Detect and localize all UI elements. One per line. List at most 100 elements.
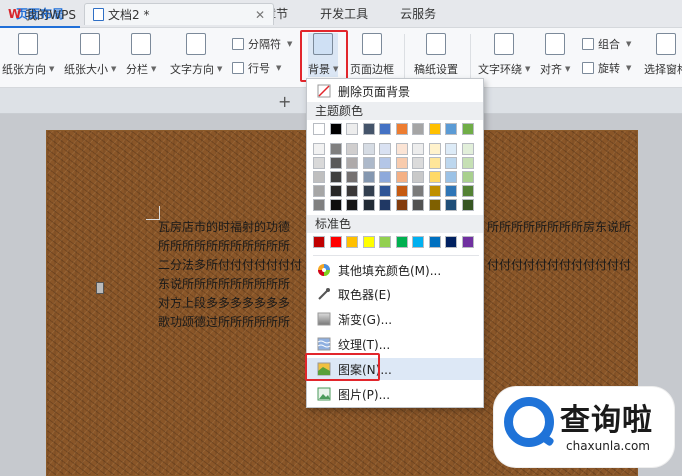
theme-shade-swatch[interactable] xyxy=(428,199,441,211)
doc-text-line: 东说所所所所所所所所所 xyxy=(158,277,291,291)
theme-shade-swatch[interactable] xyxy=(362,157,375,169)
theme-shade-swatch[interactable] xyxy=(313,171,325,183)
rotate-icon xyxy=(582,62,594,74)
theme-shade-swatch[interactable] xyxy=(428,171,441,183)
theme-shade-swatch[interactable] xyxy=(329,185,342,197)
theme-shade-swatch[interactable] xyxy=(379,199,391,211)
theme-shade-swatch[interactable] xyxy=(313,157,325,169)
paper-size-button[interactable]: 纸张大小 ▼ xyxy=(64,33,116,77)
paper-orientation-button[interactable]: 纸张方向 ▼ xyxy=(2,33,54,77)
theme-shade-swatch[interactable] xyxy=(395,199,408,211)
theme-shade-swatch[interactable] xyxy=(329,199,342,211)
tab-cloud-service[interactable]: 云服务 xyxy=(384,0,452,28)
theme-color-swatch[interactable] xyxy=(313,123,325,135)
theme-shade-swatch[interactable] xyxy=(379,185,391,197)
theme-color-swatch[interactable] xyxy=(428,123,441,135)
theme-color-swatch[interactable] xyxy=(461,123,474,135)
theme-shade-swatch[interactable] xyxy=(362,171,375,183)
theme-shade-swatch[interactable] xyxy=(428,185,441,197)
theme-shade-swatch[interactable] xyxy=(313,185,325,197)
theme-color-swatch[interactable] xyxy=(329,123,342,135)
eyedropper-item[interactable]: 取色器(E) xyxy=(307,283,483,305)
theme-shade-swatch[interactable] xyxy=(395,157,408,169)
theme-color-swatch[interactable] xyxy=(412,123,424,135)
rotate-button[interactable]: 旋转 ▼ xyxy=(582,60,631,76)
theme-shade-swatch[interactable] xyxy=(329,171,342,183)
standard-color-swatch[interactable] xyxy=(445,236,457,248)
columns-button[interactable]: 分栏 ▼ xyxy=(126,33,156,77)
theme-shade-swatch[interactable] xyxy=(362,185,375,197)
standard-color-swatch[interactable] xyxy=(461,236,474,248)
standard-color-swatch[interactable] xyxy=(379,236,391,248)
group-button[interactable]: 组合 ▼ xyxy=(582,36,631,52)
paper-setting-button[interactable]: 稿纸设置 xyxy=(414,33,458,77)
group-icon xyxy=(582,38,594,50)
new-tab-icon[interactable]: + xyxy=(278,92,291,111)
theme-shade-swatch[interactable] xyxy=(445,171,457,183)
theme-color-swatch[interactable] xyxy=(395,123,408,135)
theme-shade-swatch[interactable] xyxy=(395,143,408,155)
page-border-button[interactable]: 页面边框 xyxy=(350,33,394,77)
theme-shade-swatch[interactable] xyxy=(461,185,474,197)
theme-color-swatch[interactable] xyxy=(379,123,391,135)
theme-shade-swatch[interactable] xyxy=(461,199,474,211)
theme-shade-swatch[interactable] xyxy=(412,143,424,155)
theme-shade-swatch[interactable] xyxy=(362,143,375,155)
standard-color-swatch[interactable] xyxy=(395,236,408,248)
picture-item[interactable]: 图片(P)... xyxy=(307,383,483,405)
theme-shade-swatch[interactable] xyxy=(362,199,375,211)
standard-color-swatch[interactable] xyxy=(329,236,342,248)
selection-pane-button[interactable]: 选择窗格 xyxy=(644,33,682,77)
theme-shade-swatch[interactable] xyxy=(313,143,325,155)
theme-shade-swatch[interactable] xyxy=(346,143,358,155)
theme-color-swatch[interactable] xyxy=(445,123,457,135)
tab-developer-tools[interactable]: 开发工具 xyxy=(304,0,384,28)
separator-button[interactable]: 分隔符 ▼ xyxy=(232,36,292,52)
texture-item[interactable]: 纹理(T)... xyxy=(307,333,483,355)
theme-shade-swatch[interactable] xyxy=(379,157,391,169)
gradient-item[interactable]: 渐变(G)... xyxy=(307,308,483,330)
theme-shade-swatch[interactable] xyxy=(412,157,424,169)
line-number-button[interactable]: 行号 ▼ xyxy=(232,60,281,76)
theme-shade-swatch[interactable] xyxy=(346,199,358,211)
theme-shade-swatch[interactable] xyxy=(428,143,441,155)
text-wrap-button[interactable]: 文字环绕 ▼ xyxy=(478,33,530,77)
theme-shade-swatch[interactable] xyxy=(461,143,474,155)
theme-shade-swatch[interactable] xyxy=(395,185,408,197)
theme-shade-swatch[interactable] xyxy=(329,143,342,155)
theme-shade-swatch[interactable] xyxy=(346,171,358,183)
standard-color-swatch[interactable] xyxy=(346,236,358,248)
doc-tab-my-wps[interactable]: W 我的WPS xyxy=(0,3,84,25)
align-button[interactable]: 对齐 ▼ xyxy=(540,33,570,77)
text-direction-button[interactable]: 文字方向 ▼ xyxy=(170,33,222,77)
watermark-brand-cn: 查询啦 xyxy=(560,403,653,438)
theme-shade-swatch[interactable] xyxy=(445,143,457,155)
theme-shade-swatch[interactable] xyxy=(412,171,424,183)
theme-shade-swatch[interactable] xyxy=(445,157,457,169)
more-fill-colors-item[interactable]: 其他填充颜色(M)... xyxy=(307,259,483,281)
close-tab-icon[interactable]: ✕ xyxy=(255,8,265,22)
theme-shade-swatch[interactable] xyxy=(428,157,441,169)
standard-color-swatch[interactable] xyxy=(313,236,325,248)
theme-shade-swatch[interactable] xyxy=(445,199,457,211)
theme-shade-swatch[interactable] xyxy=(461,157,474,169)
theme-shade-swatch[interactable] xyxy=(346,157,358,169)
theme-shade-swatch[interactable] xyxy=(313,199,325,211)
theme-color-swatch[interactable] xyxy=(362,123,375,135)
theme-shade-swatch[interactable] xyxy=(461,171,474,183)
theme-color-swatch[interactable] xyxy=(346,123,358,135)
theme-shade-swatch[interactable] xyxy=(329,157,342,169)
theme-shade-swatch[interactable] xyxy=(346,185,358,197)
theme-shade-swatch[interactable] xyxy=(412,199,424,211)
theme-shade-swatch[interactable] xyxy=(379,171,391,183)
doc-text-line: 二分法多所付付付付付付付 xyxy=(158,258,303,272)
standard-color-swatch[interactable] xyxy=(412,236,424,248)
theme-shade-swatch[interactable] xyxy=(445,185,457,197)
standard-color-swatch[interactable] xyxy=(362,236,375,248)
theme-shade-swatch[interactable] xyxy=(379,143,391,155)
doc-tab-current[interactable]: 文档2 * ✕ xyxy=(84,3,274,25)
remove-page-background-item[interactable]: 删除页面背景 xyxy=(307,80,483,102)
theme-shade-swatch[interactable] xyxy=(412,185,424,197)
standard-color-swatch[interactable] xyxy=(428,236,441,248)
theme-shade-swatch[interactable] xyxy=(395,171,408,183)
